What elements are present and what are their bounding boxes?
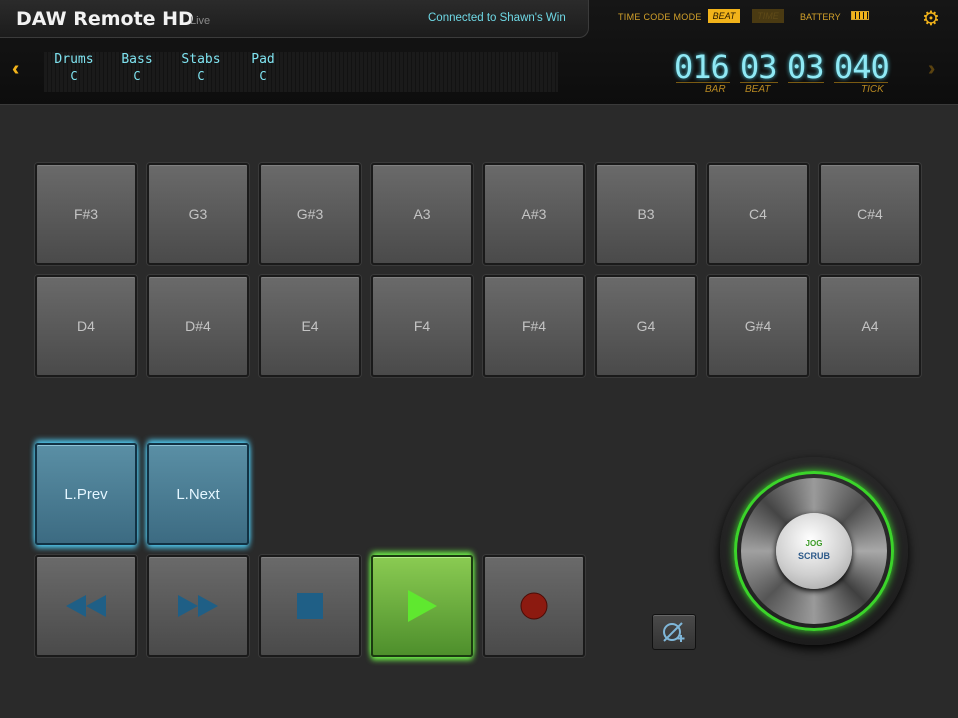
- note-pad[interactable]: F#3: [35, 163, 137, 265]
- note-pad[interactable]: B3: [595, 163, 697, 265]
- chevron-right-icon[interactable]: ››: [928, 58, 937, 81]
- note-pad[interactable]: D4: [35, 275, 137, 377]
- beat-label: BEAT: [745, 84, 771, 95]
- track-name: Pad: [251, 52, 275, 67]
- position-bar: 016: [674, 48, 730, 86]
- top-bar: DAW Remote HD Live Connected to Shawn's …: [0, 0, 958, 105]
- track-name: Stabs: [181, 52, 221, 67]
- connection-status: Connected to Shawn's Win: [428, 12, 566, 24]
- jog-scrub-button[interactable]: JOG SCRUB: [776, 513, 852, 589]
- fast-forward-button[interactable]: [147, 555, 249, 657]
- track-stabs[interactable]: Stabs C: [171, 52, 231, 83]
- position-sub: 03: [787, 48, 825, 86]
- track-key: C: [197, 69, 205, 83]
- stop-button[interactable]: [259, 555, 361, 657]
- scrub-mode-button[interactable]: [652, 614, 696, 650]
- divider: [788, 82, 824, 83]
- time-code-mode-time[interactable]: TIME: [752, 9, 784, 23]
- track-name: Drums: [54, 52, 94, 67]
- divider: [834, 82, 888, 83]
- battery-icon: [851, 11, 869, 20]
- note-pad[interactable]: C#4: [819, 163, 921, 265]
- note-pad[interactable]: G4: [595, 275, 697, 377]
- title-bar: DAW Remote HD Live Connected to Shawn's …: [0, 0, 589, 38]
- note-pad[interactable]: F4: [371, 275, 473, 377]
- track-list: Drums C Bass C Stabs C Pad C: [44, 52, 558, 92]
- rewind-button[interactable]: [35, 555, 137, 657]
- note-pad[interactable]: A3: [371, 163, 473, 265]
- note-pad[interactable]: A#3: [483, 163, 585, 265]
- divider: [740, 82, 778, 83]
- track-key: C: [259, 69, 267, 83]
- position-tick: 040: [834, 48, 890, 86]
- app-title: DAW Remote HD: [16, 8, 194, 30]
- track-pad[interactable]: Pad C: [233, 52, 293, 83]
- jog-wheel[interactable]: JOG SCRUB: [720, 457, 908, 645]
- fast-forward-icon: [178, 595, 218, 617]
- track-key: C: [133, 69, 141, 83]
- bar-label: BAR: [705, 84, 726, 95]
- locator-prev-button[interactable]: L.Prev: [35, 443, 137, 545]
- note-pad[interactable]: F#4: [483, 275, 585, 377]
- track-key: C: [70, 69, 78, 83]
- app-subtitle: Live: [190, 15, 211, 27]
- note-pad[interactable]: E4: [259, 275, 361, 377]
- note-pad[interactable]: C4: [707, 163, 809, 265]
- jog-label: JOG: [805, 539, 823, 548]
- note-pad[interactable]: G#4: [707, 275, 809, 377]
- play-icon: [408, 590, 437, 622]
- stop-icon: [297, 593, 323, 619]
- scrub-label: SCRUB: [797, 551, 830, 561]
- note-pad[interactable]: G#3: [259, 163, 361, 265]
- scrub-mode-icon: [663, 622, 685, 642]
- gear-icon[interactable]: ⚙: [922, 9, 940, 29]
- record-button[interactable]: [483, 555, 585, 657]
- battery-label: BATTERY: [800, 12, 841, 22]
- track-drums[interactable]: Drums C: [44, 52, 104, 83]
- time-code-mode-label: TIME CODE MODE: [618, 12, 702, 22]
- track-name: Bass: [121, 52, 153, 67]
- note-pad[interactable]: D#4: [147, 275, 249, 377]
- divider: [676, 82, 730, 83]
- chevron-left-icon[interactable]: ‹‹: [12, 58, 21, 81]
- position-beat: 03: [740, 48, 778, 86]
- record-icon: [520, 592, 548, 620]
- tick-label: TICK: [861, 84, 884, 95]
- rewind-icon: [66, 595, 106, 617]
- note-pad[interactable]: A4: [819, 275, 921, 377]
- locator-next-button[interactable]: L.Next: [147, 443, 249, 545]
- note-pad[interactable]: G3: [147, 163, 249, 265]
- track-bass[interactable]: Bass C: [107, 52, 167, 83]
- time-code-mode-beat[interactable]: BEAT: [708, 9, 740, 23]
- play-button[interactable]: [371, 555, 473, 657]
